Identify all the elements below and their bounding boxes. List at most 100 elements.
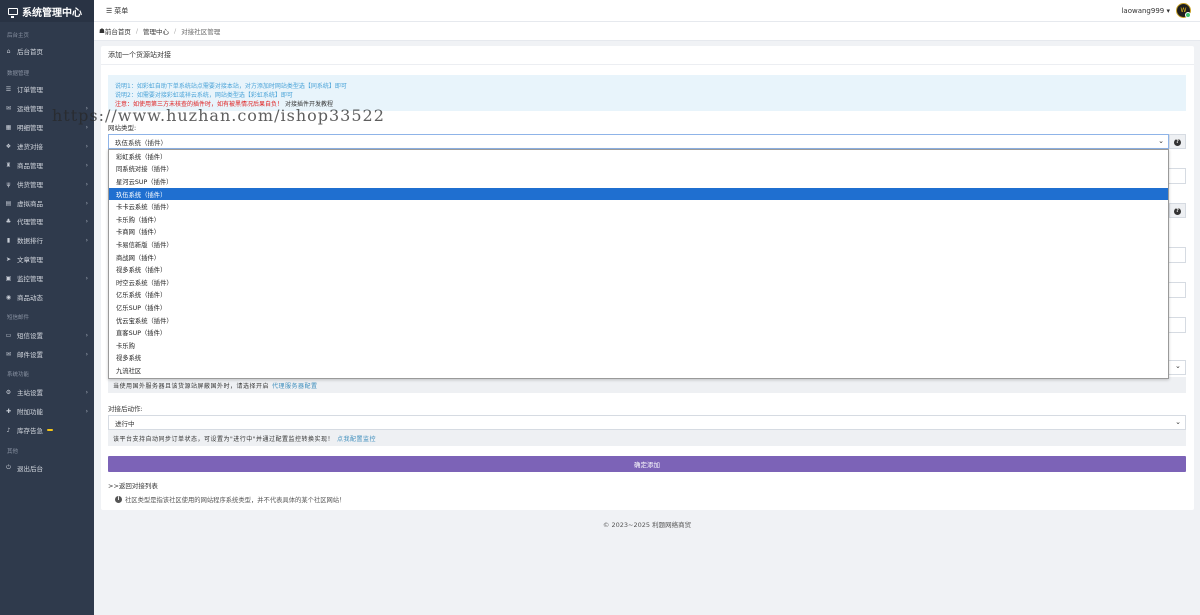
monitor-config-link[interactable]: 点我配置监控 [337, 434, 376, 443]
dropdown-option[interactable]: 优云宝系统（插件） [109, 314, 1168, 327]
sidebar-item[interactable]: ▭ 短信设置 › [0, 328, 94, 342]
chat-icon: ✉ [5, 104, 12, 112]
dropdown-option[interactable]: 视多系统（插件） [109, 263, 1168, 276]
sidebar-item-label: 代理管理 [17, 218, 43, 226]
dropdown-option[interactable]: 直客SUP（插件） [109, 326, 1168, 339]
back-to-list-link[interactable]: >>返回对接列表 [108, 480, 158, 490]
chevron-down-icon: ⌄ [1158, 137, 1164, 145]
dropdown-option[interactable]: 卡乐购（插件） [109, 213, 1168, 226]
sidebar-item-label: 运维管理 [17, 105, 43, 113]
sidebar-item[interactable]: ☰ 订单管理 [0, 82, 94, 96]
menu-icon: ☰ [106, 7, 113, 15]
dropdown-option[interactable]: 卡易信新版（插件） [109, 238, 1168, 251]
sidebar-item[interactable]: ❖ 进货对接 › [0, 139, 94, 153]
sidebar-item-label: 进货对接 [17, 143, 43, 151]
chevron-right-icon: › [85, 142, 88, 150]
notice-line-2: 说明2：如需要对接彩虹或祥云系统，网站类型选【彩虹系统】即可 [115, 92, 293, 99]
sidebar-item[interactable]: ✉ 邮件设置 › [0, 347, 94, 361]
proxy-note-text: 当使用国外服务器且该货源站屏蔽国外时，请选择开启 [113, 382, 270, 390]
sidebar-item[interactable]: ▤ 虚拟商品 › [0, 196, 94, 210]
sidebar-section-label: 后台主页 [7, 33, 30, 39]
dropdown-option[interactable]: 同系统对接（插件） [109, 163, 1168, 176]
calendar-icon: ▦ [5, 123, 12, 131]
question-icon: ? [1174, 139, 1181, 146]
sidebar-item-label: 商品管理 [17, 162, 43, 170]
breadcrumb-separator: / [174, 27, 177, 35]
tip: i 社区类型是指该社区使用的网站程序系统类型，并不代表具体的某个社区网站！ [115, 495, 345, 504]
sidebar-item[interactable]: ♪ 库存告急 [0, 423, 94, 437]
sidebar-item[interactable]: ψ 供货管理 › [0, 177, 94, 191]
sidebar-item-label: 主站设置 [17, 389, 43, 397]
chevron-right-icon: › [85, 199, 88, 207]
brand[interactable]: 系统管理中心 [0, 0, 94, 22]
dropdown-option[interactable]: 商战网（插件） [109, 251, 1168, 264]
sidebar-item-label: 订单管理 [17, 86, 43, 94]
sidebar-item[interactable]: ⏻ 退出后台 [0, 461, 94, 475]
book-icon: ▤ [5, 199, 12, 207]
hidden-field-right-edge[interactable] [1169, 247, 1186, 263]
dropdown-option[interactable]: 亿乐SUP（插件） [109, 301, 1168, 314]
question-icon: ? [1174, 208, 1181, 215]
after-action-note: 该平台支持自动同步订单状态，可设置为"进行中"并通过配置监控转换实现！ 点我配置… [108, 430, 1186, 446]
avatar[interactable]: W [1176, 3, 1191, 18]
dropdown-option[interactable]: 卡商网（插件） [109, 226, 1168, 239]
breadcrumb-parent[interactable]: 管理中心 [143, 26, 169, 36]
field-help-button[interactable]: ? [1169, 203, 1186, 218]
sidebar-item-label: 商品动态 [17, 294, 43, 302]
sidebar-item-label: 短信设置 [17, 332, 43, 340]
site-type-value: 玖伍系统（插件） [115, 138, 167, 147]
site-type-help-button[interactable]: ? [1169, 134, 1186, 149]
send-icon: ➤ [5, 255, 12, 263]
sidebar-item[interactable]: ⚙ 主站设置 › [0, 385, 94, 399]
hidden-field-right-edge[interactable] [1169, 317, 1186, 333]
sidebar-section-label: 短信邮件 [7, 315, 30, 321]
sidebar-item[interactable]: ▣ 监控管理 › [0, 271, 94, 285]
breadcrumb: ☗ 前台首页 / 管理中心 / 对接社区管理 [94, 22, 1200, 41]
gear-icon: ⚙ [5, 388, 12, 396]
dropdown-option[interactable]: 视多系统 [109, 352, 1168, 365]
chevron-right-icon: › [85, 274, 88, 282]
sidebar-section-label: 数据管理 [7, 71, 30, 77]
chevron-right-icon: › [85, 180, 88, 188]
top-bar: ☰ 菜单 laowang999 ▾ W [94, 0, 1200, 22]
dropdown-option[interactable]: 卡卡云系统（插件） [109, 200, 1168, 213]
confirm-add-button[interactable]: 确定添加 [108, 456, 1186, 472]
sidebar-item[interactable]: ▮ 数据排行 › [0, 233, 94, 247]
monitor-logo-icon [8, 7, 18, 18]
dropdown-option[interactable]: 卡乐购 [109, 339, 1168, 352]
sidebar-item[interactable]: ♣ 代理管理 › [0, 214, 94, 228]
menu-toggle-button[interactable]: ☰ 菜单 [106, 6, 128, 16]
sidebar-item-label: 明细管理 [17, 124, 43, 132]
sidebar-item[interactable]: ➤ 文章管理 [0, 252, 94, 266]
after-action-note-text: 该平台支持自动同步订单状态，可设置为"进行中"并通过配置监控转换实现！ [113, 435, 335, 443]
card-title: 添加一个货源站对接 [101, 46, 1194, 65]
hidden-field-right-edge[interactable] [1169, 168, 1186, 184]
brand-title: 系统管理中心 [22, 7, 82, 19]
home-icon: ⌂ [6, 47, 11, 55]
menu-label: 菜单 [114, 7, 129, 15]
monitor-icon: ▣ [5, 274, 12, 282]
cutlery-icon: ψ [6, 180, 11, 188]
sidebar-item-label: 文章管理 [17, 256, 43, 264]
dropdown-option[interactable]: 星河云SUP（插件） [109, 175, 1168, 188]
sidebar-item-label: 后台首页 [17, 48, 43, 56]
after-action-select[interactable]: 进行中 ⌄ [108, 415, 1186, 430]
sidebar-item[interactable]: ⌂ 后台首页 [0, 44, 94, 58]
info-icon: i [115, 496, 122, 503]
proxy-config-link[interactable]: 代理服务器配置 [272, 381, 318, 390]
dropdown-option[interactable]: 九流社区 [109, 364, 1168, 377]
breadcrumb-separator: / [135, 27, 139, 35]
user-menu[interactable]: laowang999 ▾ [1121, 7, 1170, 15]
breadcrumb-home[interactable]: 前台首页 [105, 26, 131, 36]
sidebar-item[interactable]: ♜ 商品管理 › [0, 158, 94, 172]
dropdown-option[interactable]: 彩虹系统（插件） [109, 150, 1168, 163]
dropdown-option[interactable]: 玖伍系统（插件） [109, 187, 1168, 201]
dropdown-option[interactable]: 亿乐系统（插件） [109, 289, 1168, 302]
hidden-field-right-edge[interactable] [1169, 282, 1186, 298]
site-type-select[interactable]: 玖伍系统（插件） ⌄ [108, 134, 1169, 149]
alert-badge [47, 428, 53, 432]
dropdown-option[interactable]: 时空云系统（插件） [109, 276, 1168, 289]
puzzle-icon: ✚ [5, 407, 12, 415]
sidebar-item[interactable]: ◉ 商品动态 [0, 290, 94, 304]
sidebar-item[interactable]: ✚ 附加功能 › [0, 404, 94, 418]
